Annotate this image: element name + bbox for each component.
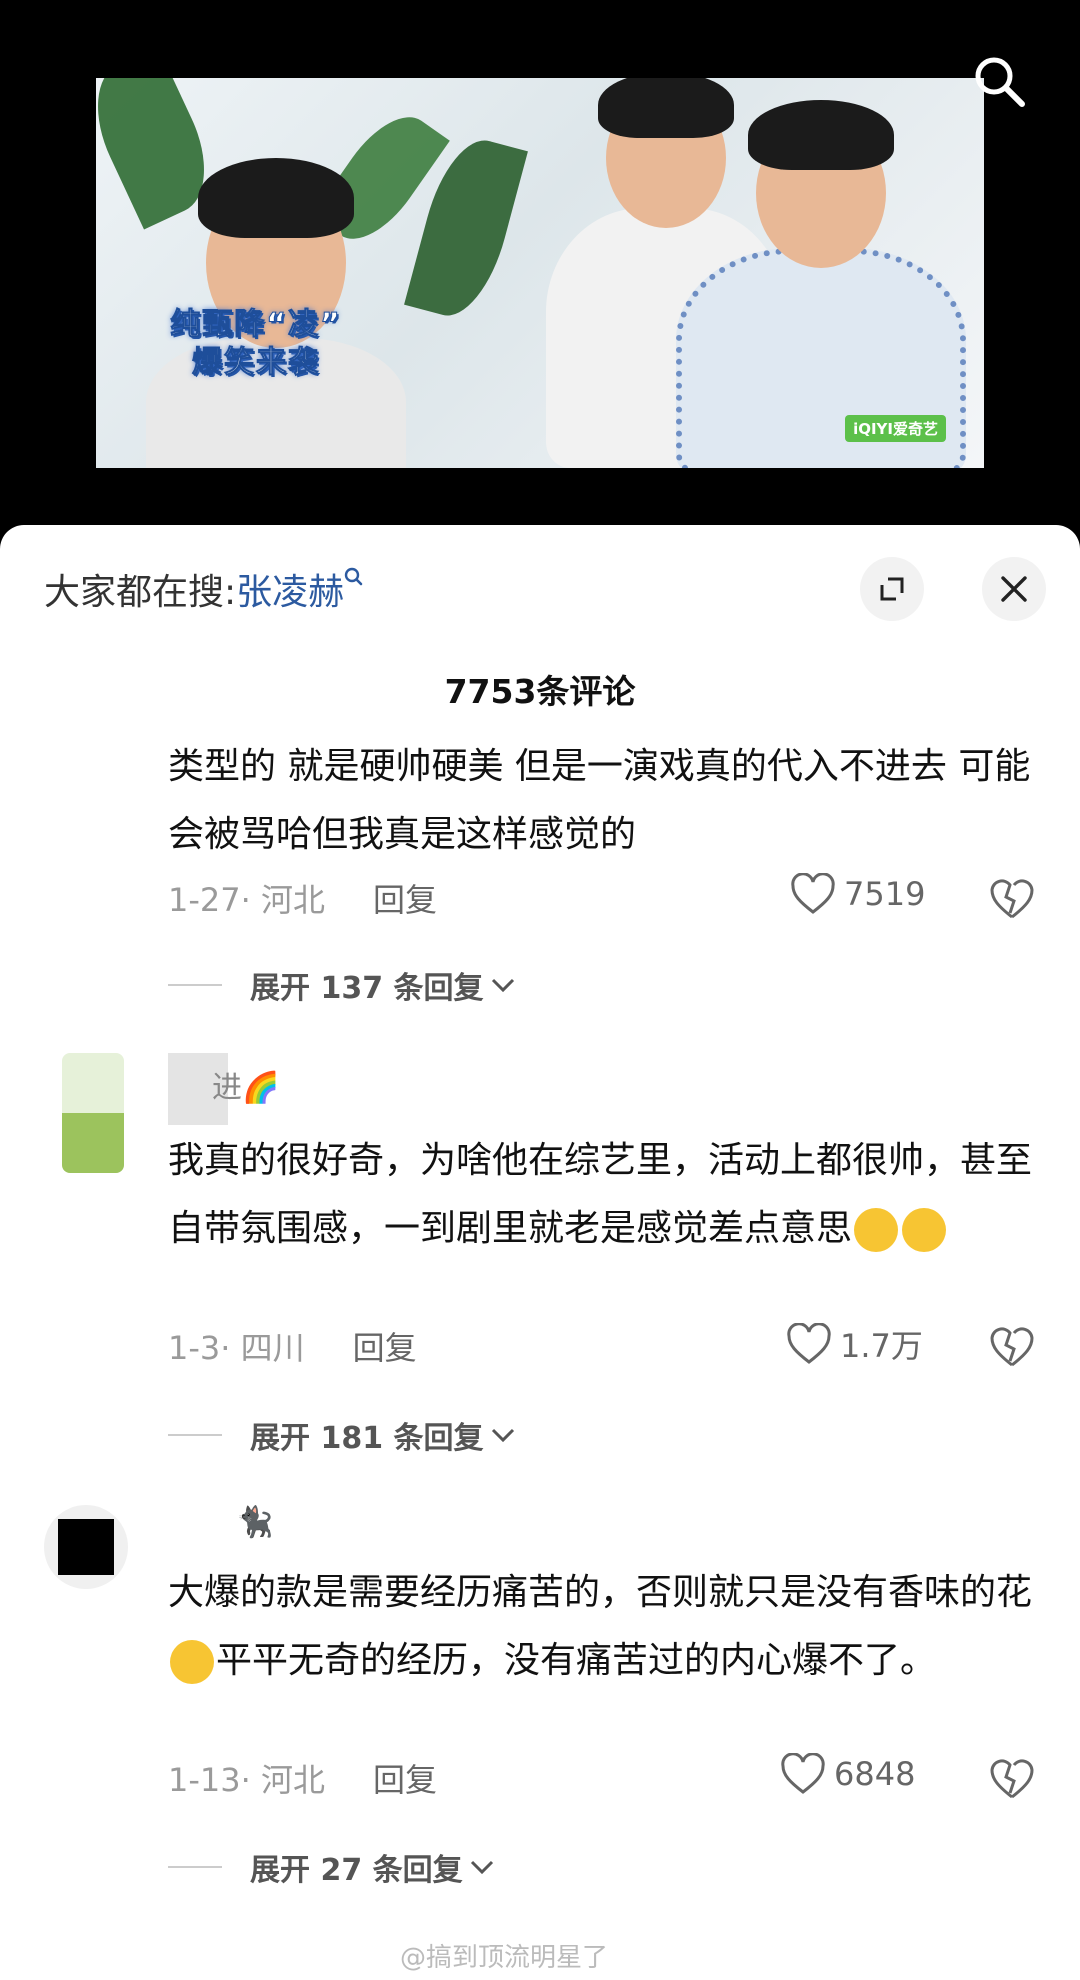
- like-button[interactable]: 1.7万: [786, 1321, 923, 1367]
- broken-heart-icon[interactable]: [988, 1323, 1036, 1371]
- reply-button[interactable]: 回复: [373, 881, 437, 919]
- username[interactable]: 🐈‍⬛: [236, 1505, 273, 1540]
- chevron-down-icon: [470, 1860, 493, 1875]
- username[interactable]: 进🌈: [168, 1053, 279, 1125]
- like-count: 7519: [844, 875, 926, 913]
- search-button[interactable]: [972, 54, 1026, 108]
- hot-search-keyword[interactable]: 张凌赫: [236, 572, 344, 613]
- hot-search-bar: 大家都在搜:张凌赫: [44, 563, 364, 615]
- like-count: 1.7万: [840, 1327, 923, 1365]
- avatar[interactable]: [44, 1505, 128, 1589]
- close-icon: [1001, 576, 1027, 602]
- username-text: 进🌈: [212, 1070, 280, 1106]
- comment-meta: 1-13· 河北 回复: [168, 1755, 437, 1801]
- comment-text[interactable]: 我真的很好奇，为啥他在综艺里，活动上都很帅，甚至自带氛围感，一到剧里就老是感觉差…: [168, 1127, 1038, 1263]
- subtitle-line-2: 爆笑来袭: [192, 345, 320, 381]
- comment-date: 1-27: [168, 881, 241, 919]
- comment-text[interactable]: 大爆的款是需要经历痛苦的，否则就只是没有香味的花平平无奇的经历，没有痛苦过的内心…: [168, 1559, 1038, 1695]
- reply-button[interactable]: 回复: [373, 1761, 437, 1799]
- hot-search-label: 大家都在搜:: [44, 572, 237, 613]
- search-small-icon: [344, 567, 363, 586]
- like-button[interactable]: 6848: [780, 1753, 915, 1795]
- comment-location: · 河北: [240, 881, 325, 919]
- broken-heart-icon[interactable]: [988, 1755, 1036, 1803]
- expand-replies[interactable]: 展开 137 条回复: [168, 963, 518, 1007]
- person-left: [146, 138, 406, 468]
- comment-text-part-1: 大爆的款是需要经历痛苦的，否则就只是没有香味的花: [168, 1572, 1033, 1613]
- expand-icon: [880, 577, 904, 601]
- like-count: 6848: [834, 1755, 916, 1793]
- like-button[interactable]: 7519: [790, 873, 925, 915]
- heart-icon: [787, 1323, 831, 1364]
- comment-text[interactable]: 类型的 就是硬帅硬美 但是一演戏真的代入不进去 可能会被骂哈但我真是这样感觉的: [168, 733, 1038, 869]
- expand-replies-label: 展开 137 条回复: [250, 971, 484, 1006]
- comment-location: · 河北: [240, 1761, 325, 1799]
- avatar[interactable]: [62, 1053, 124, 1173]
- expand-replies[interactable]: 展开 181 条回复: [168, 1413, 518, 1457]
- expand-button[interactable]: [860, 557, 924, 621]
- chevron-down-icon: [491, 978, 514, 993]
- comment-date: 1-3: [168, 1329, 221, 1367]
- person-right: [676, 100, 966, 468]
- comment-meta: 1-3· 四川 回复: [168, 1323, 417, 1369]
- heart-icon: [791, 873, 835, 914]
- search-icon: [975, 57, 1025, 107]
- comment-text-part-2: 平平无奇的经历，没有痛苦过的内心爆不了。: [216, 1640, 937, 1681]
- comment-location: · 四川: [220, 1329, 305, 1367]
- expand-replies-label: 展开 27 条回复: [250, 1853, 463, 1888]
- crying-emoji-icon: [854, 1208, 899, 1252]
- video-frame[interactable]: 纯甄降“凌” 爆笑来袭 iQIYI爱奇艺: [96, 78, 984, 468]
- video-subtitle: 纯甄降“凌” 爆笑来袭: [156, 306, 356, 382]
- smirk-emoji-icon: [170, 1640, 214, 1684]
- crying-emoji-icon: [902, 1208, 947, 1252]
- broken-heart-icon[interactable]: [988, 875, 1036, 923]
- iqiyi-logo: iQIYI爱奇艺: [845, 415, 946, 442]
- comment-count: 7753条评论: [444, 672, 636, 711]
- weibo-watermark: @搞到顶流明星了: [400, 1943, 609, 1973]
- subtitle-line-1: 纯甄降“凌”: [170, 307, 342, 343]
- divider-line: [168, 984, 222, 986]
- comment-date: 1-13: [168, 1761, 241, 1799]
- heart-icon: [781, 1753, 825, 1794]
- reply-button[interactable]: 回复: [353, 1329, 417, 1367]
- comment-meta: 1-27· 河北 回复: [168, 875, 437, 921]
- expand-replies[interactable]: 展开 27 条回复: [168, 1845, 497, 1889]
- comment-sheet: 大家都在搜:张凌赫 7753条评论 类型的 就是硬帅硬美 但是一演戏真的代入不进…: [0, 525, 1080, 1980]
- divider-line: [168, 1866, 222, 1868]
- video-player[interactable]: 纯甄降“凌” 爆笑来袭 iQIYI爱奇艺: [0, 0, 1080, 525]
- chevron-down-icon: [491, 1428, 514, 1443]
- expand-replies-label: 展开 181 条回复: [250, 1421, 484, 1456]
- divider-line: [168, 1434, 222, 1436]
- close-button[interactable]: [982, 557, 1046, 621]
